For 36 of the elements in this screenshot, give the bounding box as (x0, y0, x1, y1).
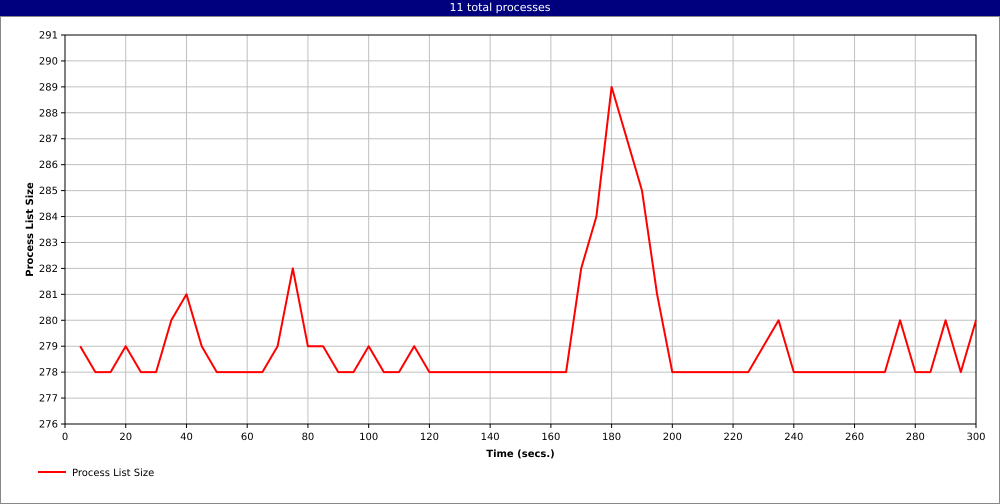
axis-label: 80 (302, 432, 314, 443)
axis-label: 281 (38, 290, 58, 301)
axis-label: 282 (38, 264, 58, 275)
axis-label: 280 (906, 432, 925, 443)
axis-label: 0 (62, 432, 68, 443)
axis-label: 287 (38, 134, 58, 146)
axis-label: 290 (38, 56, 58, 68)
axis-label: 200 (662, 432, 682, 443)
y-axis-title: Process List Size (25, 182, 36, 277)
axis-label: 286 (38, 160, 58, 172)
axis-label: 240 (784, 432, 804, 443)
axis-label: 260 (844, 432, 864, 443)
axis-label: 220 (724, 432, 743, 443)
x-axis-title: Time (secs.) (486, 449, 555, 460)
axis-label: 280 (38, 316, 58, 327)
axis-label: 289 (38, 82, 58, 94)
axis-label: 180 (602, 432, 622, 443)
axis-label: 284 (38, 212, 58, 224)
axis-label: 285 (38, 186, 58, 198)
axis-label: 160 (541, 432, 560, 443)
axis-label: 140 (480, 432, 500, 443)
axis-label: 291 (38, 30, 58, 42)
axis-label: 276 (38, 420, 58, 430)
axis-label: 120 (420, 432, 439, 443)
legend-label: Process List Size (72, 468, 154, 479)
axis-label: 283 (38, 238, 58, 249)
axis-label: 300 (966, 432, 986, 443)
axis-label: 279 (38, 342, 58, 353)
axis-label: 288 (38, 108, 58, 120)
axis-label: 278 (38, 368, 58, 379)
axis-label: 100 (359, 432, 378, 443)
chart-title: 11 total processes (0, 0, 1000, 16)
axis-label: 60 (240, 432, 254, 443)
axis-label: 277 (38, 394, 58, 405)
axis-label: 20 (119, 432, 132, 443)
axis-label: 40 (180, 432, 193, 443)
